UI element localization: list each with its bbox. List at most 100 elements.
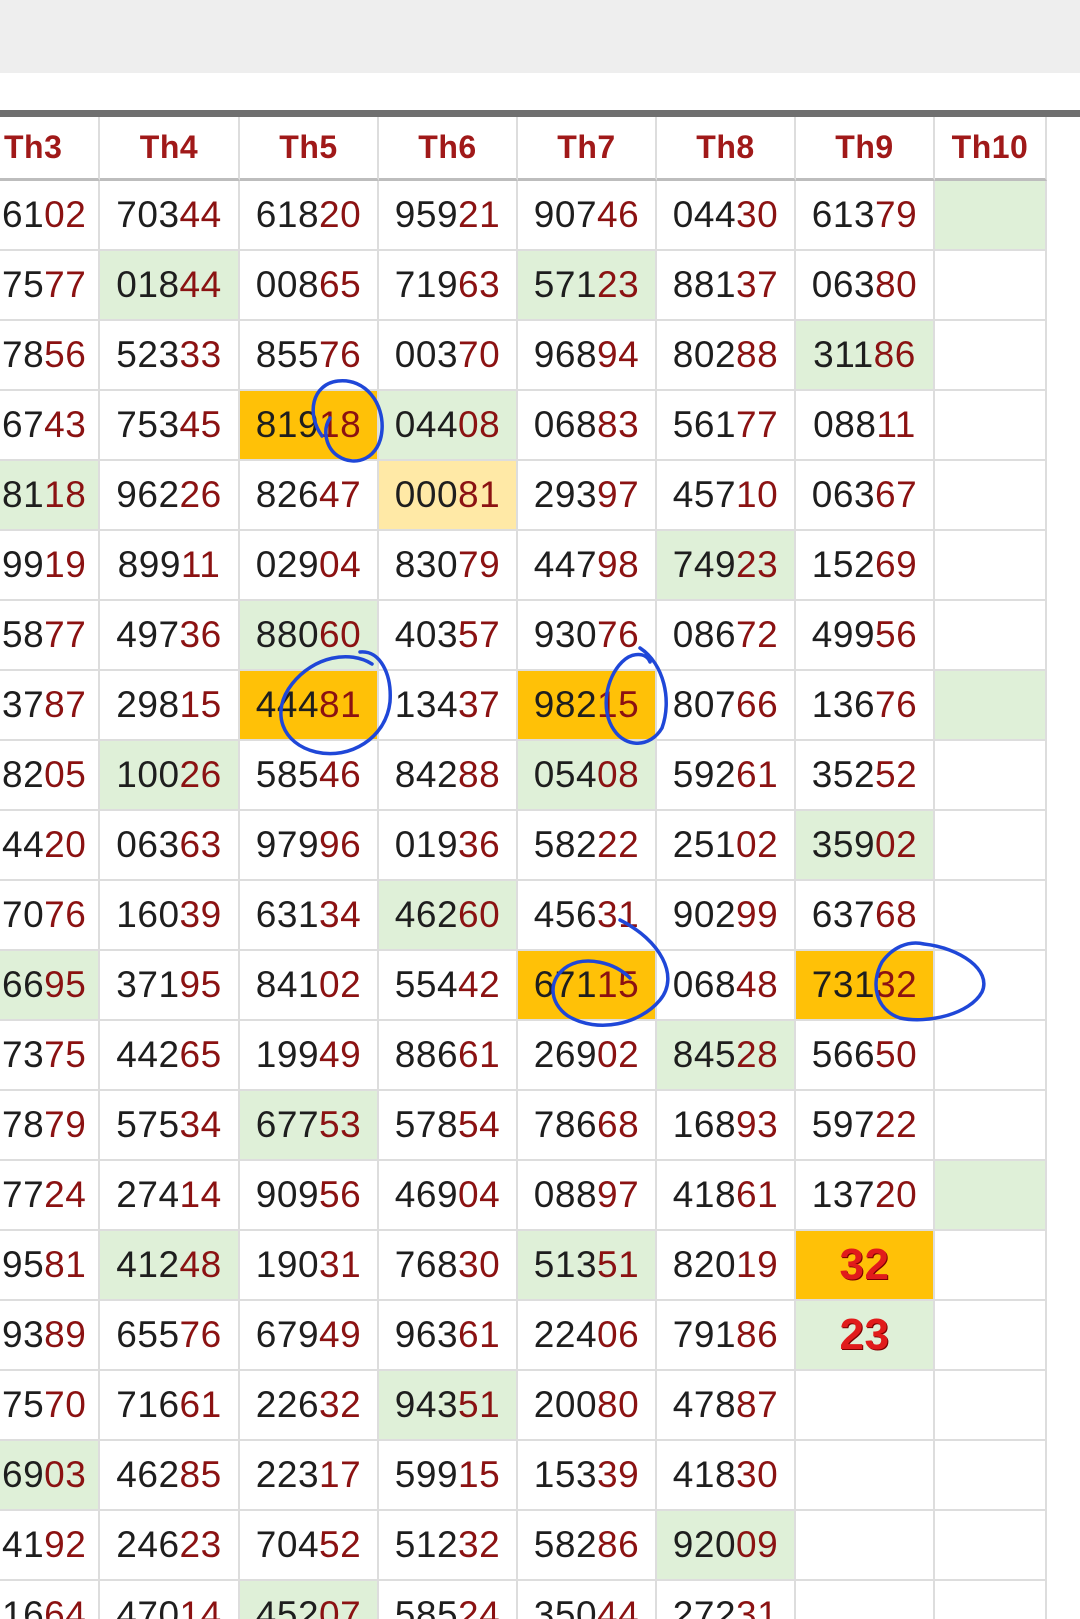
table-cell[interactable]: 029 04 — [240, 531, 379, 601]
column-header[interactable]: Th6 — [379, 117, 518, 181]
table-cell[interactable] — [935, 391, 1047, 461]
table-cell[interactable]: 37 87 — [0, 671, 100, 741]
column-header[interactable]: Th3 — [0, 117, 100, 181]
table-cell[interactable]: 137 20 — [796, 1161, 935, 1231]
table-cell[interactable]: 655 76 — [100, 1301, 240, 1371]
table-cell[interactable]: 631 34 — [240, 881, 379, 951]
column-header[interactable]: Th5 — [240, 117, 379, 181]
table-cell[interactable] — [935, 881, 1047, 951]
table-cell[interactable]: 962 26 — [100, 461, 240, 531]
table-cell[interactable]: 088 97 — [518, 1161, 657, 1231]
table-cell[interactable]: 41 92 — [0, 1511, 100, 1581]
table-cell[interactable]: 499 56 — [796, 601, 935, 671]
table-cell[interactable] — [935, 321, 1047, 391]
table-cell[interactable]: 561 77 — [657, 391, 796, 461]
table-cell[interactable]: 819 18 — [240, 391, 379, 461]
table-cell[interactable] — [935, 1441, 1047, 1511]
table-cell[interactable]: 246 23 — [100, 1511, 240, 1581]
table-cell[interactable]: 791 86 — [657, 1301, 796, 1371]
table-cell[interactable]: 618 20 — [240, 181, 379, 251]
table-cell[interactable]: 223 17 — [240, 1441, 379, 1511]
table-cell[interactable]: 298 15 — [100, 671, 240, 741]
table-cell[interactable]: 068 83 — [518, 391, 657, 461]
table-cell[interactable]: 599 15 — [379, 1441, 518, 1511]
table-cell[interactable]: 470 14 — [100, 1581, 240, 1619]
table-cell[interactable]: 597 22 — [796, 1091, 935, 1161]
table-cell[interactable]: 571 23 — [518, 251, 657, 321]
table-cell[interactable]: 044 30 — [657, 181, 796, 251]
table-cell[interactable]: 272 31 — [657, 1581, 796, 1619]
table-cell[interactable]: 512 32 — [379, 1511, 518, 1581]
table-cell[interactable]: 582 22 — [518, 811, 657, 881]
table-cell[interactable]: 81 18 — [0, 461, 100, 531]
table-cell[interactable]: 704 52 — [240, 1511, 379, 1581]
table-cell[interactable]: 274 14 — [100, 1161, 240, 1231]
table-cell[interactable]: 842 88 — [379, 741, 518, 811]
table-cell[interactable]: 23 — [796, 1301, 935, 1371]
table-cell[interactable]: 513 51 — [518, 1231, 657, 1301]
table-cell[interactable]: 677 53 — [240, 1091, 379, 1161]
table-cell[interactable]: 054 08 — [518, 741, 657, 811]
table-cell[interactable]: 67 43 — [0, 391, 100, 461]
table-cell[interactable]: 160 39 — [100, 881, 240, 951]
table-cell[interactable] — [935, 1511, 1047, 1581]
table-cell[interactable]: 100 26 — [100, 741, 240, 811]
table-cell[interactable]: 820 19 — [657, 1231, 796, 1301]
table-cell[interactable] — [935, 741, 1047, 811]
table-cell[interactable]: 000 81 — [379, 461, 518, 531]
table-cell[interactable]: 880 60 — [240, 601, 379, 671]
table-cell[interactable]: 359 02 — [796, 811, 935, 881]
table-cell[interactable]: 018 44 — [100, 251, 240, 321]
table-cell[interactable]: 963 61 — [379, 1301, 518, 1371]
table-cell[interactable]: 671 15 — [518, 951, 657, 1021]
table-cell[interactable]: 830 79 — [379, 531, 518, 601]
table-cell[interactable] — [796, 1441, 935, 1511]
table-cell[interactable] — [935, 1371, 1047, 1441]
table-cell[interactable]: 845 28 — [657, 1021, 796, 1091]
table-cell[interactable]: 063 80 — [796, 251, 935, 321]
table-cell[interactable]: 350 44 — [518, 1581, 657, 1619]
column-header[interactable]: Th9 — [796, 117, 935, 181]
table-cell[interactable]: 008 65 — [240, 251, 379, 321]
table-cell[interactable]: 136 76 — [796, 671, 935, 741]
table-cell[interactable]: 613 79 — [796, 181, 935, 251]
table-cell[interactable]: 99 19 — [0, 531, 100, 601]
table-cell[interactable]: 442 65 — [100, 1021, 240, 1091]
table-cell[interactable]: 293 97 — [518, 461, 657, 531]
table-cell[interactable]: 088 11 — [796, 391, 935, 461]
table-cell[interactable]: 44 20 — [0, 811, 100, 881]
table-cell[interactable]: 95 81 — [0, 1231, 100, 1301]
table-cell[interactable]: 371 95 — [100, 951, 240, 1021]
table-cell[interactable] — [796, 1581, 935, 1619]
table-cell[interactable]: 497 36 — [100, 601, 240, 671]
table-cell[interactable] — [935, 1091, 1047, 1161]
table-cell[interactable]: 979 96 — [240, 811, 379, 881]
table-cell[interactable]: 523 33 — [100, 321, 240, 391]
table-cell[interactable]: 566 50 — [796, 1021, 935, 1091]
table-cell[interactable]: 731 32 — [796, 951, 935, 1021]
table-cell[interactable]: 786 68 — [518, 1091, 657, 1161]
table-cell[interactable]: 61 02 — [0, 181, 100, 251]
table-cell[interactable] — [796, 1511, 935, 1581]
table-cell[interactable]: 153 39 — [518, 1441, 657, 1511]
table-cell[interactable]: 943 51 — [379, 1371, 518, 1441]
table-cell[interactable] — [935, 1231, 1047, 1301]
table-cell[interactable] — [935, 951, 1047, 1021]
table-cell[interactable]: 802 88 — [657, 321, 796, 391]
table-cell[interactable]: 75 77 — [0, 251, 100, 321]
table-cell[interactable] — [935, 601, 1047, 671]
table-cell[interactable]: 412 48 — [100, 1231, 240, 1301]
table-cell[interactable] — [935, 531, 1047, 601]
table-cell[interactable]: 554 42 — [379, 951, 518, 1021]
table-cell[interactable]: 462 85 — [100, 1441, 240, 1511]
table-cell[interactable]: 719 63 — [379, 251, 518, 321]
table-cell[interactable] — [935, 671, 1047, 741]
table-cell[interactable]: 807 66 — [657, 671, 796, 741]
table-cell[interactable]: 930 76 — [518, 601, 657, 671]
table-cell[interactable]: 352 52 — [796, 741, 935, 811]
table-cell[interactable]: 920 09 — [657, 1511, 796, 1581]
table-cell[interactable]: 578 54 — [379, 1091, 518, 1161]
table-cell[interactable]: 77 24 — [0, 1161, 100, 1231]
table-cell[interactable]: 462 60 — [379, 881, 518, 951]
table-cell[interactable]: 469 04 — [379, 1161, 518, 1231]
